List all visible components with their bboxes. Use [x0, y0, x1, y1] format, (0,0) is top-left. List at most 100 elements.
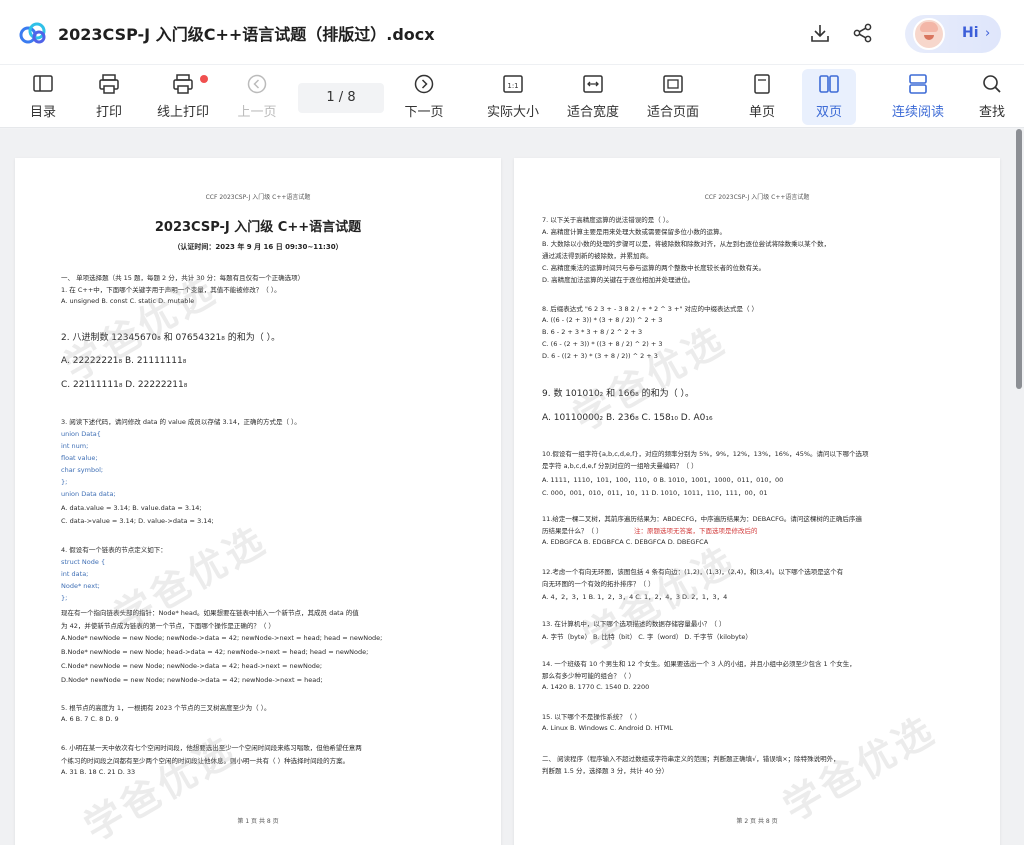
code-line: Node* next;	[61, 582, 100, 590]
vertical-scrollbar[interactable]	[1016, 129, 1022, 389]
question-line: C. (6 - (2 + 3)) * ((3 + 8 / 2) ^ 2) + 3	[542, 340, 663, 348]
svg-text:1:1: 1:1	[507, 82, 518, 90]
online-print-button[interactable]: 线上打印	[154, 73, 212, 123]
question-line: A. data.value = 3.14; B. value.data = 3.…	[61, 504, 202, 512]
question-line: A. 高精度计算主要是用来处理大数或需要保留多位小数的运算。	[542, 228, 726, 236]
actual-size-button[interactable]: 1:1 实际大小	[484, 73, 542, 123]
continuous-read-label: 连续阅读	[891, 105, 944, 120]
search-icon	[983, 75, 1001, 93]
code-line: };	[61, 594, 68, 602]
question-line: 判断题 1.5 分，选择题 3 分，共计 40 分）	[542, 767, 669, 775]
question-line: D.Node* newNode = new Node; newNode->dat…	[61, 676, 323, 684]
title-bar: 2023CSP-J 入门级C++语言试题（排版过）.docx Hi ›	[0, 0, 1024, 64]
question-line: 4. 假设有一个链表的节点定义如下：	[61, 546, 167, 554]
question-line: 12.考虑一个有向无环图，该图包括 4 条有向边：(1,2)，(1,3)，(2,…	[542, 568, 844, 576]
page-header: CCF 2023CSP-J 入门级 C++语言试题	[704, 194, 810, 201]
exam-title: 2023CSP-J 入门级 C++语言试题	[154, 220, 362, 235]
question-line: B. 6 - 2 + 3 * 3 + 8 / 2 ^ 2 + 3	[542, 328, 643, 336]
question-line: A. 6 B. 7 C. 8 D. 9	[61, 715, 119, 723]
exam-subtitle: （认证时间：2023 年 9 月 16 日 09:30~11:30）	[173, 243, 343, 251]
question-line: 通过减法得到新的被除数，并累加商。	[542, 252, 653, 260]
prev-page-label: 上一页	[237, 105, 277, 120]
page-indicator[interactable]: 1 / 8	[298, 83, 384, 113]
question-line: A. 22222221₈ B. 21111111₈	[61, 356, 187, 366]
download-icon[interactable]	[809, 22, 831, 44]
question-line: 二、 阅读程序（程序输入不超过数组或字符串定义的范围；判断题正确填√，错误填×；…	[542, 755, 840, 763]
fit-page-icon	[663, 75, 683, 93]
continuous-read-button[interactable]: 连续阅读	[889, 73, 947, 123]
share-icon[interactable]	[852, 22, 874, 44]
double-page-button[interactable]: 双页	[802, 69, 856, 125]
question-line: 个练习的时间段之间都有至少两个空闲的时间段让他休息。则小明一共有（ ）种选择时间…	[61, 757, 350, 765]
actual-size-icon: 1:1	[503, 75, 523, 93]
question-line: 历结果是什么？（ ）	[542, 527, 603, 535]
question-line: 2. 八进制数 12345670₈ 和 07654321₈ 的和为（ ）。	[61, 333, 281, 343]
prev-page-icon	[247, 74, 267, 94]
single-page-button[interactable]: 单页	[745, 73, 779, 123]
document-viewer[interactable]: CCF 2023CSP-J 入门级 C++语言试题 2023CSP-J 入门级 …	[0, 129, 1024, 845]
document-page-2: CCF 2023CSP-J 入门级 C++语言试题 7. 以下关于高精度运算的说…	[514, 158, 1000, 845]
chevron-right-icon: ›	[985, 26, 991, 41]
watermark: 学爸优选	[776, 707, 944, 830]
code-line: char symbol;	[61, 466, 104, 474]
code-line: int data;	[61, 570, 89, 578]
question-line: 7. 以下关于高精度运算的说法错误的是（ ）。	[542, 216, 673, 224]
app-logo-icon	[19, 22, 46, 44]
question-line: A. Linux B. Windows C. Android D. HTML	[542, 724, 673, 732]
toc-icon	[33, 75, 53, 92]
printer-icon	[99, 74, 119, 94]
question-line: 14. 一个班级有 10 个男生和 12 个女生。如果要选出一个 3 人的小组，…	[542, 660, 856, 668]
question-line: 11.给定一棵二叉树，其前序遍历结果为：ABDECFG，中序遍历结果为：DEBA…	[542, 515, 862, 523]
search-button[interactable]: 查找	[975, 73, 1009, 123]
single-page-label: 单页	[748, 105, 775, 120]
viewer-toolbar: 目录 打印 线上打印 上一页 1 / 8 下一页 1:1 实际大小 适合宽度 适…	[0, 64, 1024, 128]
fit-page-button[interactable]: 适合页面	[644, 73, 702, 123]
question-line: C. 22111111₈ D. 22222211₈	[61, 380, 188, 390]
question-line: C. 000，001，010，011，10，11 D. 1010，1011，11…	[542, 489, 768, 497]
print-button[interactable]: 打印	[92, 73, 126, 123]
assistant-button[interactable]: Hi ›	[905, 15, 1001, 53]
toc-button[interactable]: 目录	[26, 73, 60, 123]
question-line: 3. 阅读下述代码，请问修改 data 的 value 成员以存储 3.14，正…	[61, 418, 301, 426]
question-line: 为 42，并使新节点成为链表的第一个节点，下面哪个操作是正确的？（ ）	[61, 622, 275, 630]
question-line: C. 高精度乘法的运算时间只与参与运算的两个整数中长度较长者的位数有关。	[542, 264, 766, 272]
question-line: 8. 后缀表达式 "6 2 3 + - 3 8 2 / + * 2 ^ 3 +"…	[542, 305, 759, 313]
question-line: B. 大数除以小数的处理的步骤可以是，将被除数和除数对齐，从左到右逐位尝试将除数…	[542, 240, 831, 248]
next-page-icon	[414, 74, 434, 94]
question-line: 9. 数 101010₂ 和 166₈ 的和为（ ）。	[542, 389, 695, 399]
double-page-icon	[819, 75, 839, 93]
question-line: A. 31 B. 18 C. 21 D. 33	[61, 768, 136, 776]
code-line: struct Node {	[61, 558, 106, 566]
question-line: A. EDBGFCA B. EDGBFCA C. DEBGFCA D. DBEG…	[542, 538, 709, 546]
question-line: A. 10110000₂ B. 236₈ C. 158₁₀ D. A0₁₆	[542, 413, 713, 423]
watermark: 学爸优选	[77, 727, 245, 845]
question-line: 6. 小明在某一天中依次有七个空闲时间段，他想要选出至少一个空闲时间段来练习唱歌…	[61, 744, 362, 752]
avatar	[913, 18, 945, 50]
fit-width-button[interactable]: 适合宽度	[564, 73, 622, 123]
question-line: 一、 单项选择题（共 15 题，每题 2 分，共计 30 分：每题有且仅有一个正…	[61, 274, 305, 282]
search-label: 查找	[978, 105, 1005, 120]
question-line: 10.假设有一组字符{a,b,c,d,e,f}，对应的频率分别为 5%，9%，1…	[542, 450, 869, 458]
question-line: A. unsigned B. const C. static D. mutabl…	[61, 297, 195, 305]
next-page-button[interactable]: 下一页	[401, 73, 447, 123]
fit-width-icon	[583, 75, 603, 93]
fit-page-label: 适合页面	[646, 105, 699, 120]
toc-label: 目录	[29, 105, 56, 120]
question-line: D. 高精度加法运算的关键在于逐位相加并处理进位。	[542, 276, 695, 284]
notification-dot	[200, 75, 208, 83]
page-footer: 第 1 页 共 8 页	[237, 818, 279, 825]
code-line: union Data{	[61, 430, 101, 438]
online-print-label: 线上打印	[156, 105, 209, 120]
question-line: A. 1420 B. 1770 C. 1540 D. 2200	[542, 683, 650, 691]
question-line: 向无环图的一个有效的拓扑排序？（ ）	[542, 580, 655, 588]
question-line: 现在有一个指向链表头部的指针：Node* head。如果想要在链表中插入一个新节…	[61, 609, 359, 617]
prev-page-button[interactable]: 上一页	[234, 73, 280, 123]
double-page-label: 双页	[815, 105, 842, 120]
question-line: A. 1111，1110，101，100，110，0 B. 1010，1001，…	[542, 476, 784, 484]
code-line: union Data data;	[61, 490, 116, 498]
greeting-label: Hi	[962, 25, 979, 41]
document-title: 2023CSP-J 入门级C++语言试题（排版过）.docx	[58, 25, 435, 44]
question-line: 5. 根节点的高度为 1，一根拥有 2023 个节点的三叉树高度至少为（ ）。	[61, 704, 271, 712]
question-line: B.Node* newNode = new Node; head->data =…	[61, 648, 369, 656]
code-line: float value;	[61, 454, 98, 462]
